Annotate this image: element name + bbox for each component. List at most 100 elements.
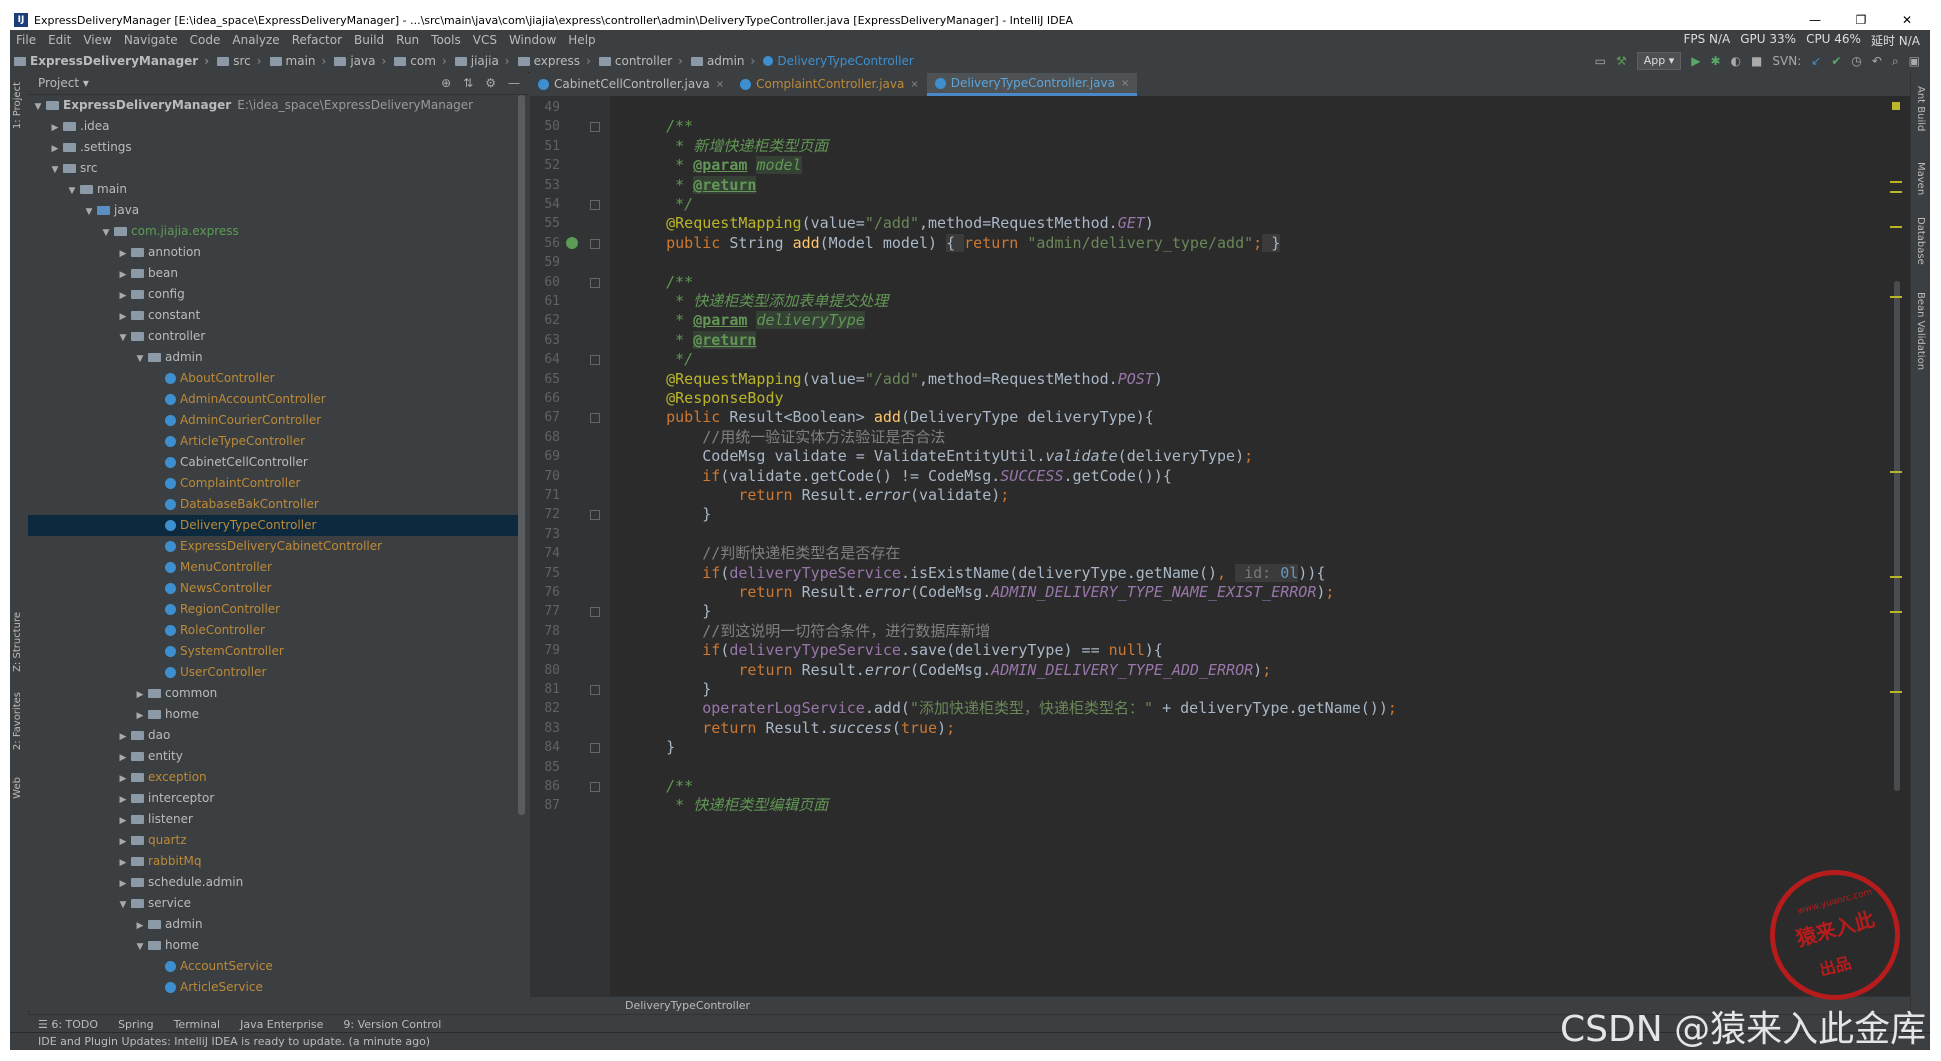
code-editor[interactable]: 49 50 /** 51 * 新增快递柜类型页面 52 * @param model 5… [530,96,1910,996]
error-stripe-mark[interactable] [1890,181,1902,183]
collapsed-arrow-icon[interactable]: ▶ [117,286,129,307]
breadcrumb-express[interactable]: express › [514,54,595,68]
collapsed-arrow-icon[interactable]: ▶ [117,811,129,832]
locate-icon[interactable]: ⊕ [441,76,451,90]
svn-update-icon[interactable]: ↙ [1811,54,1821,68]
favorites-tool-tab[interactable]: 2: Favorites [12,692,23,750]
spring-mapping-icon[interactable] [566,236,578,249]
tree-class-item[interactable]: AdminAccountController [28,389,518,410]
expanded-arrow-icon[interactable]: ▼ [117,895,129,916]
run-icon[interactable]: ▶ [1691,54,1700,68]
terminal-tool-tab[interactable]: Terminal [164,1018,231,1031]
breadcrumb-controller[interactable]: controller › [595,54,687,68]
inspection-status-icon[interactable] [1892,102,1900,110]
menu-edit[interactable]: Edit [42,33,77,47]
todo-tool-tab[interactable]: ☰ 6: TODO [28,1018,108,1031]
collapsed-arrow-icon[interactable]: ▶ [49,139,61,160]
code-line[interactable]: 49 [530,98,1890,117]
editor-scrollbar[interactable] [1894,281,1900,791]
fold-toggle-icon[interactable] [590,607,600,618]
tree-class-item[interactable]: RoleController [28,620,518,641]
close-tab-icon[interactable]: × [1121,72,1129,95]
collapsed-arrow-icon[interactable]: ▶ [117,832,129,853]
tree-folder-item[interactable]: ▶ admin [28,914,518,935]
tree-folder-item[interactable]: ▼ java [28,200,518,221]
tree-class-item[interactable]: CabinetCellController [28,452,518,473]
tree-folder-item[interactable]: ▶ quartz [28,830,518,851]
menu-navigate[interactable]: Navigate [118,33,184,47]
fold-toggle-icon[interactable] [590,782,600,792]
code-line[interactable]: 55 @RequestMapping(value="/add",method=R… [530,214,1890,233]
tree-folder-item[interactable]: ▶ entity [28,746,518,767]
tree-class-item[interactable]: AccountService [28,956,518,977]
code-line[interactable]: 72 } [530,505,1890,524]
tree-class-item[interactable]: DatabaseBakController [28,494,518,515]
hide-icon[interactable]: — [508,76,520,90]
project-tool-tab[interactable]: 1: Project [12,82,23,129]
fold-toggle-icon[interactable] [590,413,600,424]
settings-gear-icon[interactable]: ⚙ [485,76,496,90]
breadcrumb-com[interactable]: com › [390,54,450,68]
tree-class-item[interactable]: AdminCourierController [28,410,518,431]
code-line[interactable]: 54 */ [530,195,1890,214]
fold-toggle-icon[interactable] [590,355,600,366]
code-line[interactable]: 84 } [530,738,1890,757]
code-line[interactable]: 75 if(deliveryTypeService.isExistName(de… [530,563,1890,583]
breadcrumb-java[interactable]: java › [330,54,390,68]
breadcrumb-jiajia[interactable]: jiajia › [451,54,514,68]
build-hammer-icon[interactable]: ⚒ [1616,54,1627,68]
close-button[interactable]: ✕ [1884,13,1930,27]
code-line[interactable]: 86 /** [530,777,1890,796]
tree-folder-item[interactable]: ▶ annotion [28,242,518,263]
code-line[interactable]: 85 [530,758,1890,777]
tree-folder-item[interactable]: ▶ home [28,704,518,725]
code-line[interactable]: 51 * 新增快递柜类型页面 [530,137,1890,156]
tree-folder-item[interactable]: ▼ controller [28,326,518,347]
run-config-select[interactable]: App ▾ [1636,52,1682,70]
revert-icon[interactable]: ↶ [1872,54,1882,68]
breadcrumb-project[interactable]: ExpressDeliveryManager › [10,54,213,68]
tree-class-item[interactable]: NewsController [28,578,518,599]
tree-folder-item[interactable]: ▶ constant [28,305,518,326]
expanded-arrow-icon[interactable]: ▼ [32,97,44,118]
menu-code[interactable]: Code [184,33,227,47]
tree-folder-item[interactable]: ▶ rabbitMq [28,851,518,872]
code-line[interactable]: 61 * 快递柜类型添加表单提交处理 [530,292,1890,311]
code-line[interactable]: 79 if(deliveryTypeService.save(deliveryT… [530,641,1890,660]
java-enterprise-tool-tab[interactable]: Java Enterprise [230,1018,333,1031]
version-control-tool-tab[interactable]: 9: Version Control [333,1018,451,1031]
fold-toggle-icon[interactable] [590,200,600,210]
error-stripe-mark[interactable] [1890,691,1902,693]
code-line[interactable]: 82 operaterLogService.add("添加快递柜类型，快递柜类型… [530,699,1890,718]
fold-toggle-icon[interactable] [590,743,600,754]
fold-toggle-icon[interactable] [590,510,600,521]
editor-tab[interactable]: DeliveryTypeController.java × [926,72,1138,96]
event-icon[interactable]: ▣ [1909,54,1920,68]
search-icon[interactable]: ⌕ [1892,54,1899,69]
error-stripe-mark[interactable] [1890,611,1902,613]
tree-class-item[interactable]: ComplaintController [28,473,518,494]
error-stripe-mark[interactable] [1890,191,1902,193]
tree-class-item[interactable]: UserController [28,662,518,683]
code-line[interactable]: 64 */ [530,350,1890,369]
minimize-button[interactable]: — [1792,13,1838,27]
tree-folder-item[interactable]: ▶ .idea [28,116,518,137]
coverage-icon[interactable]: ◐ [1731,54,1741,68]
tree-class-item[interactable]: SystemController [28,641,518,662]
expanded-arrow-icon[interactable]: ▼ [66,181,78,202]
code-line[interactable]: 60 /** [530,273,1890,292]
close-tab-icon[interactable]: × [910,73,918,96]
expanded-arrow-icon[interactable]: ▼ [134,937,146,958]
code-line[interactable]: 53 * @return [530,175,1890,195]
maven-tool-tab[interactable]: Maven [1915,162,1926,195]
code-line[interactable]: 65 @RequestMapping(value="/add",method=R… [530,370,1890,389]
maximize-button[interactable]: ❐ [1838,13,1884,27]
code-line[interactable]: 87 * 快递柜类型编辑页面 [530,796,1890,815]
code-line[interactable]: 56 public String add(Model model) { retu… [530,233,1890,253]
tree-folder-item[interactable]: ▶ config [28,284,518,305]
code-line[interactable]: 70 if(validate.getCode() != CodeMsg.SUCC… [530,467,1890,486]
tree-class-item[interactable]: ArticleTypeController [28,431,518,452]
error-stripe-mark[interactable] [1890,296,1902,298]
bean-validation-tool-tab[interactable]: Bean Validation [1915,292,1926,370]
fold-toggle-icon[interactable] [590,238,600,249]
